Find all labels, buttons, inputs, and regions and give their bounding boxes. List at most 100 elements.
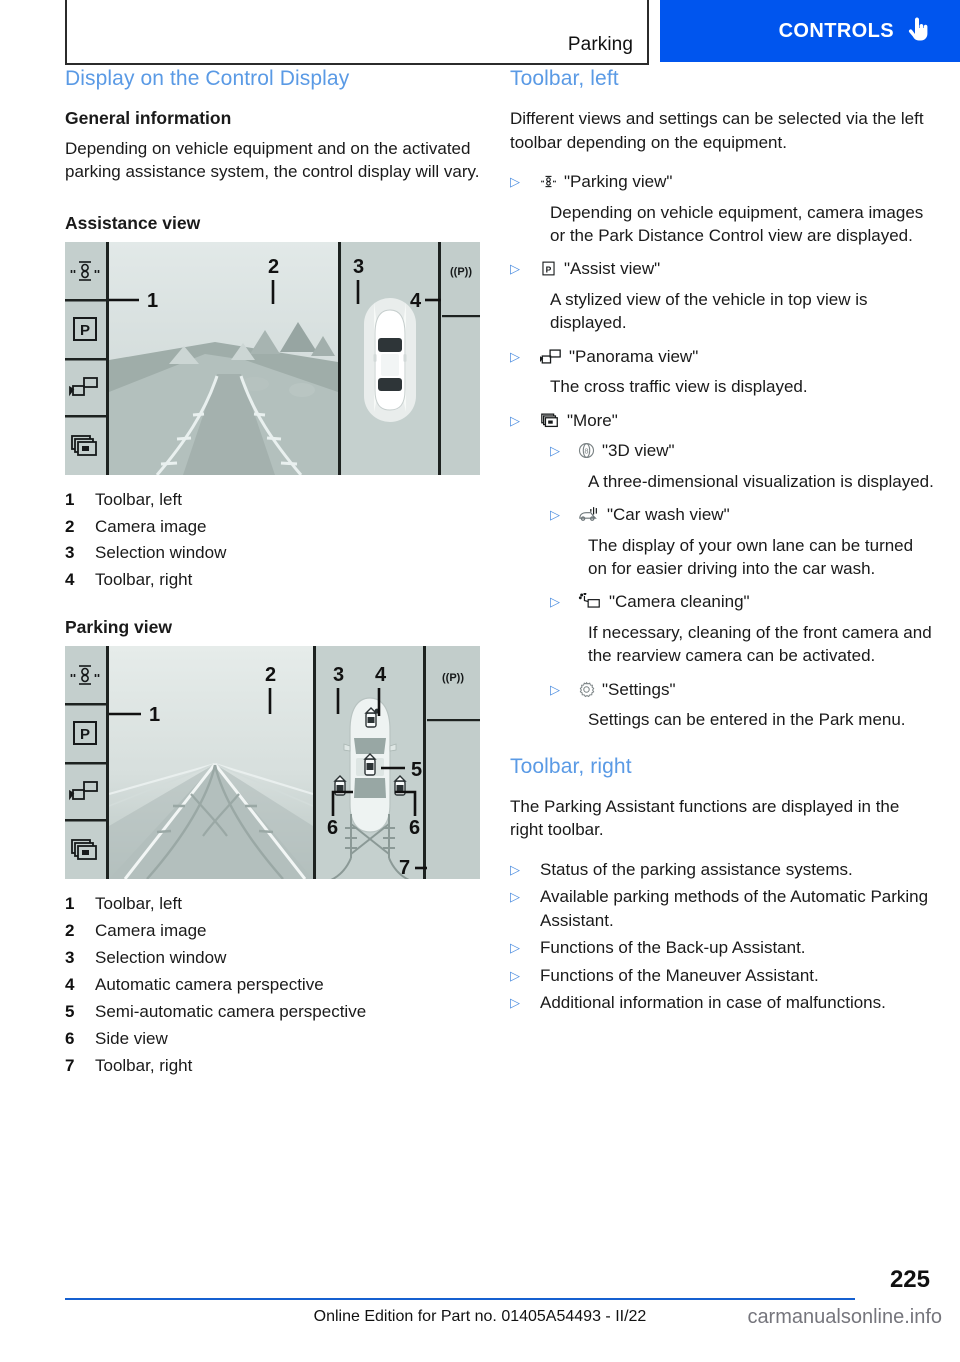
- svg-text:P: P: [80, 322, 90, 339]
- legend-item: 5 Semi-automatic camera perspective: [65, 1001, 480, 1024]
- legend-item: 7 Toolbar, right: [65, 1055, 480, 1078]
- left-toolbar-cells: P: [65, 646, 106, 880]
- toolbar-right-bullet: ▷ Additional information in case of malf…: [510, 991, 935, 1014]
- parking-view-legend: 1 Toolbar, left 2 Camera image 3 Selecti…: [65, 893, 480, 1078]
- legend-number: 2: [65, 516, 75, 536]
- toolbar-left-subitem-camera-cleaning: ▷ "Camera cleaning": [550, 590, 935, 616]
- legend-number: 4: [65, 570, 75, 590]
- assistance-view-illustration: P ((P)) 1 2 3 4: [65, 241, 480, 475]
- toolbar-left-item-desc: The cross traffic view is displayed.: [550, 377, 808, 397]
- bullet-triangle-icon: ▷: [510, 348, 520, 364]
- p-assist-icon: P: [540, 260, 557, 283]
- left-toolbar-cells: P: [65, 241, 106, 475]
- svg-text:P: P: [80, 726, 90, 743]
- toolbar-right-bullet: ▷ Available parking methods of the Autom…: [510, 885, 935, 932]
- legend-item: 2 Camera image: [65, 920, 480, 943]
- bullet-triangle-icon: ▷: [510, 174, 520, 190]
- heading-parking-view: Parking view: [65, 617, 172, 638]
- panorama-camera-icon: [539, 348, 562, 371]
- svg-text:4: 4: [410, 290, 422, 312]
- legend-text: Semi-automatic camera perspective: [95, 1001, 367, 1021]
- legend-item: 6 Side view: [65, 1028, 480, 1051]
- bullet-triangle-icon: ▷: [510, 889, 520, 905]
- legend-item: 4 Toolbar, right: [65, 569, 480, 592]
- toolbar-right-bullet-text: Available parking methods of the Automat…: [540, 887, 929, 930]
- legend-text: Toolbar, right: [95, 1055, 193, 1075]
- svg-text:((P)): ((P)): [450, 266, 472, 278]
- legend-item: 1 Toolbar, left: [65, 489, 480, 512]
- gear-icon: [578, 681, 595, 704]
- page-number: 225: [889, 1266, 930, 1293]
- car-wash-view-icon: [578, 506, 600, 529]
- legend-text: Automatic camera perspective: [95, 974, 324, 994]
- watermark: carmanualsonline.info: [747, 1306, 942, 1328]
- toolbar-left-item-assist-view: ▷ P "Assist view": [510, 257, 935, 283]
- camera-cleaning-icon: [578, 592, 602, 616]
- legend-text: Toolbar, left: [95, 489, 182, 509]
- toolbar-left-subitem-desc: If necessary, cleaning of the front came…: [588, 622, 932, 666]
- svg-text:P: P: [546, 265, 552, 275]
- svg-text:3: 3: [333, 664, 344, 686]
- bullet-triangle-icon: ▷: [550, 507, 560, 523]
- legend-item: 2 Camera image: [65, 516, 480, 539]
- toolbar-left-subitem-desc: The display of your own lane can be turn…: [588, 535, 914, 578]
- toolbar-right-bullet-text: Status of the parking assistance systems…: [540, 859, 853, 879]
- camera-perspective-marker-center: [363, 753, 377, 776]
- legend-number: 1: [65, 894, 75, 914]
- parking-view-illustration: P ((P)) 1 2 3 4 5 6 6 7: [65, 646, 480, 880]
- toolbar-left-item-label: "Assist view": [564, 259, 661, 279]
- legend-text: Selection window: [95, 947, 227, 967]
- toolbar-right-bullet: ▷ Functions of the Maneuver Assistant.: [510, 964, 935, 987]
- toolbar-left-subitem-desc: Settings can be entered in the Park menu…: [588, 710, 906, 730]
- legend-number: 2: [65, 921, 75, 941]
- legend-text: Camera image: [95, 516, 207, 536]
- chapter-tab-controls[interactable]: CONTROLS: [660, 0, 960, 62]
- heading-assistance-view: Assistance view: [65, 212, 201, 233]
- svg-text:4: 4: [375, 664, 387, 686]
- toolbar-left-subitem-label: "Settings": [602, 679, 676, 699]
- svg-text:2: 2: [265, 664, 276, 686]
- assistance-view-legend: 1 Toolbar, left 2 Camera image 3 Selecti…: [65, 489, 480, 593]
- toolbar-left-item-more: ▷ "More": [510, 409, 935, 435]
- paragraph-toolbar-right-intro: The Parking Assistant functions are disp…: [510, 796, 900, 840]
- toolbar-left-subitem-label: "3D view": [602, 441, 675, 461]
- left-column: Display on the Control Display General i…: [65, 66, 480, 1082]
- legend-text: Side view: [95, 1028, 168, 1048]
- legend-number: 6: [65, 1028, 75, 1048]
- toolbar-left-item-label: "More": [567, 410, 618, 430]
- toolbar-left-item-desc: Depending on vehicle equipment, camera i…: [550, 202, 924, 245]
- legend-item: 4 Automatic camera perspective: [65, 974, 480, 997]
- page-body: Display on the Control Display General i…: [0, 66, 960, 1256]
- toolbar-left-subitem-3d-view: ▷ 8 "3D view": [550, 439, 935, 465]
- svg-text:2: 2: [268, 256, 279, 278]
- breadcrumb: Parking: [567, 34, 633, 55]
- legend-number: 3: [65, 947, 75, 967]
- bullet-triangle-icon: ▷: [510, 995, 520, 1011]
- bullet-triangle-icon: ▷: [510, 940, 520, 956]
- hand-pointer-icon: [908, 16, 930, 47]
- section-title-toolbar-left: Toolbar, left: [510, 67, 619, 90]
- svg-text:5: 5: [411, 759, 422, 781]
- page-footer: 225 Online Edition for Part no. 01405A54…: [0, 1256, 960, 1362]
- legend-item: 3 Selection window: [65, 542, 480, 565]
- three-d-view-icon: 8: [578, 442, 595, 465]
- legend-text: Camera image: [95, 921, 207, 941]
- toolbar-left-subitem-settings: ▷ "Settings": [550, 678, 935, 704]
- heading-general-information: General information: [65, 108, 232, 129]
- toolbar-right-bullet-text: Additional information in case of malfun…: [540, 993, 886, 1013]
- svg-text:6: 6: [409, 817, 420, 839]
- svg-text:((P)): ((P)): [442, 672, 464, 684]
- footer-divider: [65, 1298, 855, 1300]
- toolbar-left-item-desc: A stylized view of the vehicle in top vi…: [550, 289, 868, 333]
- toolbar-right-bullet: ▷ Functions of the Back-up Assistant.: [510, 936, 935, 959]
- toolbar-left-subitem-label: "Camera cleaning": [609, 592, 750, 612]
- legend-item: 1 Toolbar, left: [65, 893, 480, 916]
- pdc-waves-p-icon: ((P)): [450, 266, 472, 278]
- toolbar-left-item-label: "Panorama view": [569, 346, 699, 366]
- svg-text:3: 3: [353, 256, 364, 278]
- bullet-triangle-icon: ▷: [510, 412, 520, 428]
- right-column: Toolbar, left Different views and settin…: [510, 66, 935, 1019]
- bullet-triangle-icon: ▷: [510, 967, 520, 983]
- bullet-triangle-icon: ▷: [550, 594, 560, 610]
- bullet-triangle-icon: ▷: [550, 681, 560, 697]
